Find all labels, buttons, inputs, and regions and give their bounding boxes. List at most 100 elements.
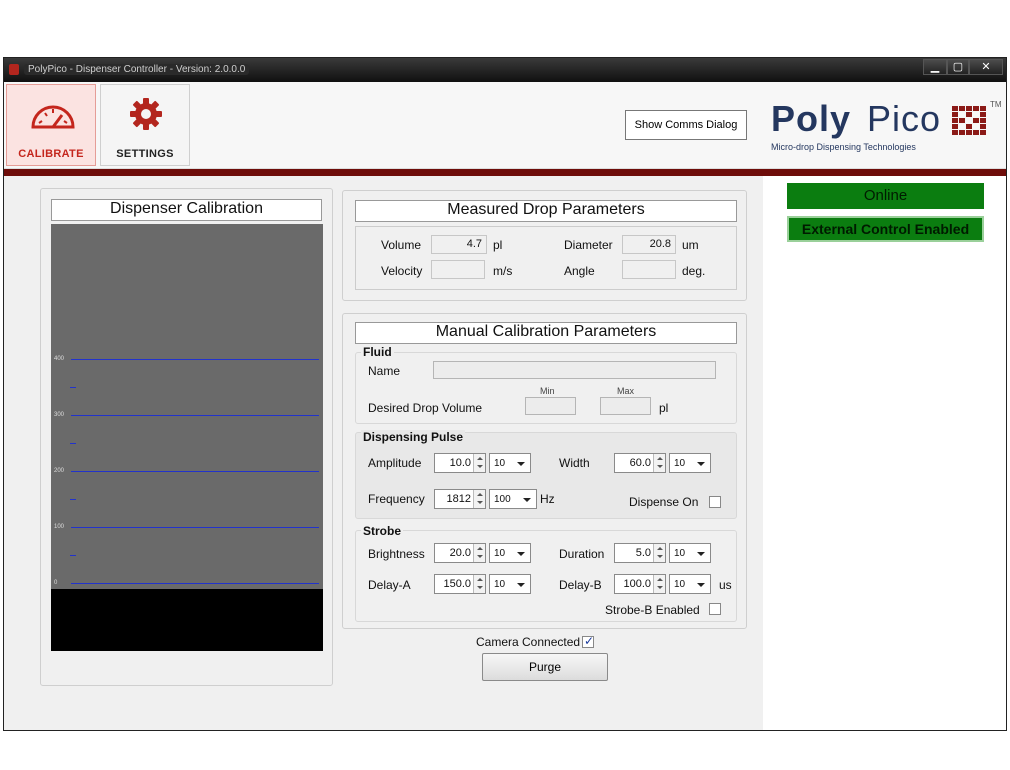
amplitude-spinner[interactable]: 10.0: [434, 453, 486, 473]
gear-icon: [130, 98, 162, 130]
delay-a-step-select[interactable]: 10: [489, 574, 531, 594]
tick-label: 200: [54, 468, 65, 474]
max-label: Max: [617, 386, 635, 396]
speedometer-icon: [31, 105, 75, 129]
angle-label: Angle: [564, 264, 595, 278]
frequency-unit: Hz: [540, 492, 555, 506]
strobe-b-checkbox[interactable]: [709, 603, 721, 615]
camera-overlay-bar: [51, 589, 323, 651]
amplitude-value: 10.0: [449, 457, 471, 469]
polypico-logo: Poly Pico TM Micro-drop Dispensing Techn…: [769, 98, 1004, 158]
delay-b-step-select[interactable]: 10: [669, 574, 711, 594]
manual-header: Manual Calibration Parameters: [355, 322, 737, 344]
tab-settings-label: SETTINGS: [116, 148, 174, 160]
frequency-step-select[interactable]: 100: [489, 489, 537, 509]
measured-header: Measured Drop Parameters: [355, 200, 737, 222]
diameter-label: Diameter: [564, 238, 613, 252]
maximize-button[interactable]: ▢: [947, 59, 969, 75]
amplitude-label: Amplitude: [368, 456, 422, 470]
status-pane: Online External Control Enabled: [763, 176, 1006, 730]
brightness-step-value: 10: [494, 548, 506, 559]
tab-calibrate-label: CALIBRATE: [18, 148, 84, 160]
minor-tick: [70, 443, 76, 444]
chevron-down-icon: [697, 583, 705, 587]
amplitude-step-value: 10: [494, 458, 506, 469]
app-icon: [9, 64, 19, 75]
width-step-select[interactable]: 10: [669, 453, 711, 473]
chevron-down-icon: [517, 462, 525, 466]
angle-unit: deg.: [682, 264, 706, 278]
delay-b-label: Delay-B: [559, 578, 602, 592]
show-comms-dialog-button[interactable]: Show Comms Dialog: [625, 110, 747, 140]
dispense-on-label: Dispense On: [629, 495, 699, 509]
diameter-value: 20.8: [622, 235, 676, 254]
brightness-spinner[interactable]: 20.0: [434, 543, 486, 563]
volume-unit: pl: [493, 238, 503, 252]
duration-value: 5.0: [635, 547, 651, 559]
spin-arrows-icon[interactable]: [653, 544, 665, 562]
tab-settings[interactable]: SETTINGS: [100, 84, 190, 166]
app-window: PolyPico - Dispenser Controller - Versio…: [3, 57, 1007, 731]
duration-step-select[interactable]: 10: [669, 543, 711, 563]
logo-grid-icon: [952, 106, 986, 135]
duration-step-value: 10: [674, 548, 686, 559]
spin-arrows-icon[interactable]: [653, 575, 665, 593]
toolbar: CALIBRATE SETTINGS Show Comms Dialog Pol…: [4, 82, 1006, 169]
gridline-200: [71, 471, 319, 472]
fluid-title: Fluid: [361, 345, 394, 359]
gridline-0: [71, 583, 319, 584]
camera-connected-checkbox[interactable]: [582, 634, 594, 648]
strobe-b-label: Strobe-B Enabled: [605, 603, 700, 617]
minor-tick: [70, 499, 76, 500]
spin-arrows-icon[interactable]: [653, 454, 665, 472]
width-spinner[interactable]: 60.0: [614, 453, 666, 473]
delay-a-label: Delay-A: [368, 578, 411, 592]
delay-a-step-value: 10: [494, 579, 506, 590]
dispense-on-checkbox[interactable]: [709, 496, 721, 508]
desired-volume-unit: pl: [659, 401, 669, 415]
tick-label: 100: [54, 524, 65, 530]
desired-volume-label: Desired Drop Volume: [368, 401, 483, 415]
minimize-button[interactable]: ▁: [923, 59, 947, 75]
volume-label: Volume: [381, 238, 422, 252]
spin-arrows-icon[interactable]: [473, 490, 485, 508]
logo-pico: Pico: [867, 98, 942, 139]
spin-arrows-icon[interactable]: [473, 544, 485, 562]
minor-tick: [70, 555, 76, 556]
close-button[interactable]: ✕: [969, 59, 1003, 75]
external-control-status: External Control Enabled: [787, 216, 984, 242]
desired-volume-min-input[interactable]: [525, 397, 576, 415]
purge-button[interactable]: Purge: [482, 653, 608, 681]
delay-b-spinner[interactable]: 100.0: [614, 574, 666, 594]
frequency-spinner[interactable]: 1812: [434, 489, 486, 509]
tick-label: 400: [54, 356, 65, 362]
spin-arrows-icon[interactable]: [473, 454, 485, 472]
angle-value: [622, 260, 676, 279]
tab-calibrate[interactable]: CALIBRATE: [6, 84, 96, 166]
logo-tagline: Micro-drop Dispensing Technologies: [771, 142, 916, 152]
tick-label: 0: [54, 580, 58, 586]
delay-a-spinner[interactable]: 150.0: [434, 574, 486, 594]
gridline-100: [71, 527, 319, 528]
duration-spinner[interactable]: 5.0: [614, 543, 666, 563]
delay-a-value: 150.0: [443, 578, 471, 590]
chevron-down-icon: [517, 552, 525, 556]
frequency-label: Frequency: [368, 492, 425, 506]
gridline-400: [71, 359, 319, 360]
title-bar: PolyPico - Dispenser Controller - Versio…: [4, 58, 1006, 82]
delay-b-unit: us: [719, 578, 732, 592]
amplitude-step-select[interactable]: 10: [489, 453, 531, 473]
brightness-step-select[interactable]: 10: [489, 543, 531, 563]
fluid-name-input[interactable]: [433, 361, 716, 379]
measured-panel: Measured Drop Parameters Volume 4.7 pl D…: [342, 190, 747, 301]
desired-volume-max-input[interactable]: [600, 397, 651, 415]
manual-panel: Manual Calibration Parameters Fluid Name…: [342, 313, 747, 629]
window-title: PolyPico - Dispenser Controller - Versio…: [24, 64, 250, 75]
spin-arrows-icon[interactable]: [473, 575, 485, 593]
camera-connected-label: Camera Connected: [476, 635, 581, 649]
fluid-name-label: Name: [368, 364, 401, 378]
online-status: Online: [787, 183, 984, 209]
measured-values-box: Volume 4.7 pl Diameter 20.8 um Velocity …: [355, 226, 737, 290]
frequency-step-value: 100: [494, 494, 511, 505]
brightness-label: Brightness: [368, 547, 425, 561]
